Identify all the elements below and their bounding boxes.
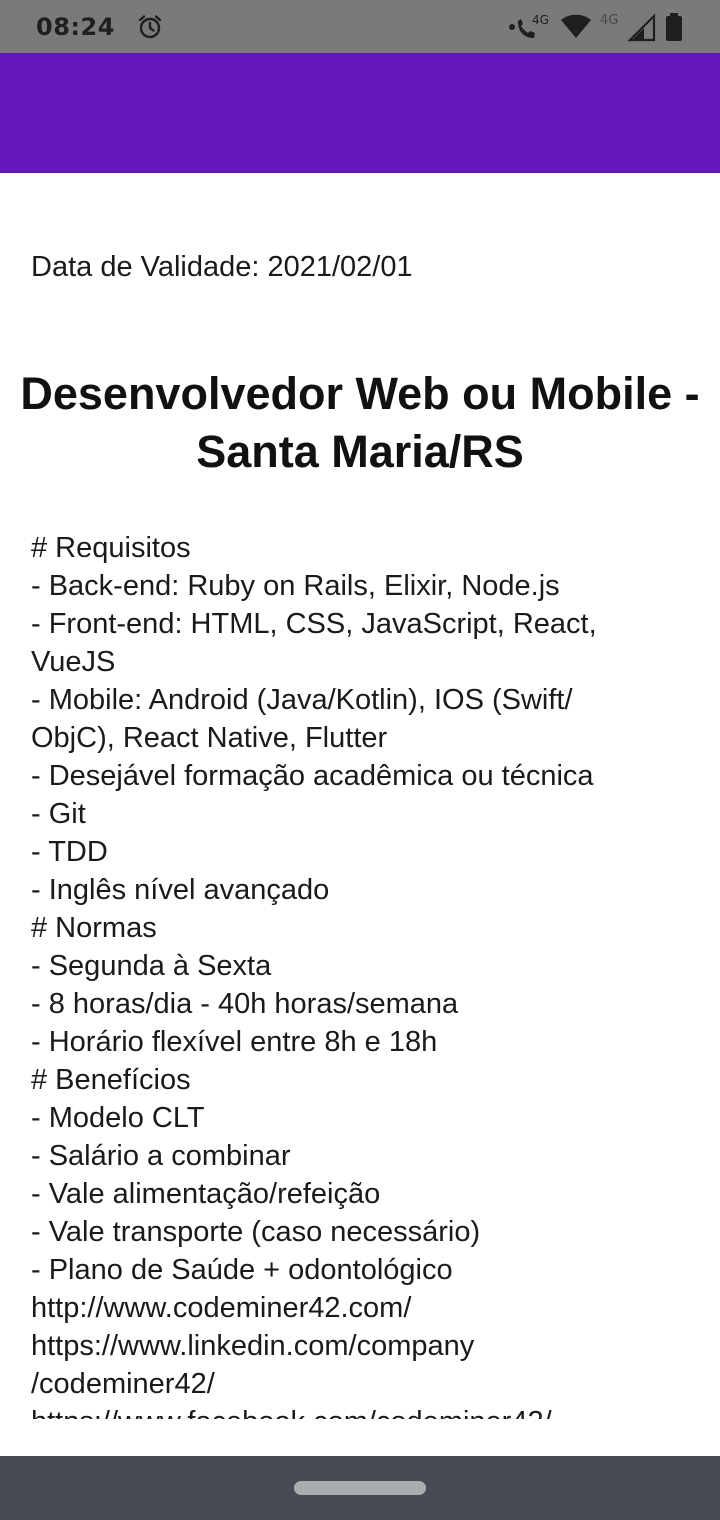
description-line: - Desejável formação acadêmica ou técnic…: [31, 760, 594, 792]
description-line: - Modelo CLT: [31, 1102, 205, 1134]
network-label-2: 4G: [600, 13, 618, 28]
status-right-icons: 4G 4G: [508, 12, 684, 42]
validity-date: Data de Validade: 2021/02/01: [31, 251, 413, 283]
job-detail-content[interactable]: Data de Validade: 2021/02/01 Desenvolved…: [0, 173, 720, 1419]
description-line: - Git: [31, 798, 86, 830]
description-line: - Mobile: Android (Java/Kotlin), IOS (Sw…: [31, 684, 573, 716]
description-line: # Normas: [31, 912, 157, 944]
status-bar: 08:24 4G 4G: [0, 0, 720, 53]
home-handle[interactable]: [294, 1481, 426, 1495]
description-line: VueJS: [31, 646, 116, 678]
description-line: # Benefícios: [31, 1064, 191, 1096]
description-line: - Front-end: HTML, CSS, JavaScript, Reac…: [31, 608, 597, 640]
call-4g-icon: 4G: [509, 13, 549, 38]
description-line: - TDD: [31, 836, 108, 868]
app-bar: [0, 53, 720, 173]
job-title-line-2: Santa Maria/RS: [196, 426, 524, 477]
job-title-line-1: Desenvolvedor Web ou Mobile -: [20, 368, 700, 419]
job-title: Desenvolvedor Web ou Mobile - Santa Mari…: [0, 365, 720, 481]
description-line: - Vale alimentação/refeição: [31, 1178, 381, 1210]
description-line: # Requisitos: [31, 532, 191, 564]
battery-icon: [666, 12, 682, 41]
description-line: - Plano de Saúde + odontológico: [31, 1254, 453, 1286]
description-line: ObjC), React Native, Flutter: [31, 722, 388, 754]
wifi-icon: [561, 14, 591, 38]
description-line: - Horário flexível entre 8h e 18h: [31, 1026, 438, 1058]
description-line: - Inglês nível avançado: [31, 874, 330, 906]
linkedin-link-line-1[interactable]: https://www.linkedin.com/company: [31, 1327, 691, 1365]
system-navigation-bar: [0, 1456, 720, 1520]
status-time: 08:24: [36, 12, 115, 41]
description-line: - Segunda à Sexta: [31, 950, 272, 982]
description-line: - Vale transporte (caso necessário): [31, 1216, 481, 1248]
content-bottom-gap: [0, 1419, 720, 1456]
alarm-icon: [138, 14, 162, 38]
network-label-1: 4G: [532, 13, 549, 27]
linkedin-link-line-2[interactable]: /codeminer42/: [31, 1365, 691, 1403]
facebook-link[interactable]: https://www.facebook.com/codeminer42/: [31, 1403, 691, 1419]
signal-4g-icon: 4G: [600, 13, 656, 41]
website-link[interactable]: http://www.codeminer42.com/: [31, 1289, 691, 1327]
description-line: - Salário a combinar: [31, 1140, 291, 1172]
status-left-icons: [137, 14, 163, 40]
description-line: - Back-end: Ruby on Rails, Elixir, Node.…: [31, 570, 560, 602]
description-line: - 8 horas/dia - 40h horas/semana: [31, 988, 459, 1020]
job-description: # Requisitos - Back-end: Ruby on Rails, …: [31, 529, 691, 1419]
